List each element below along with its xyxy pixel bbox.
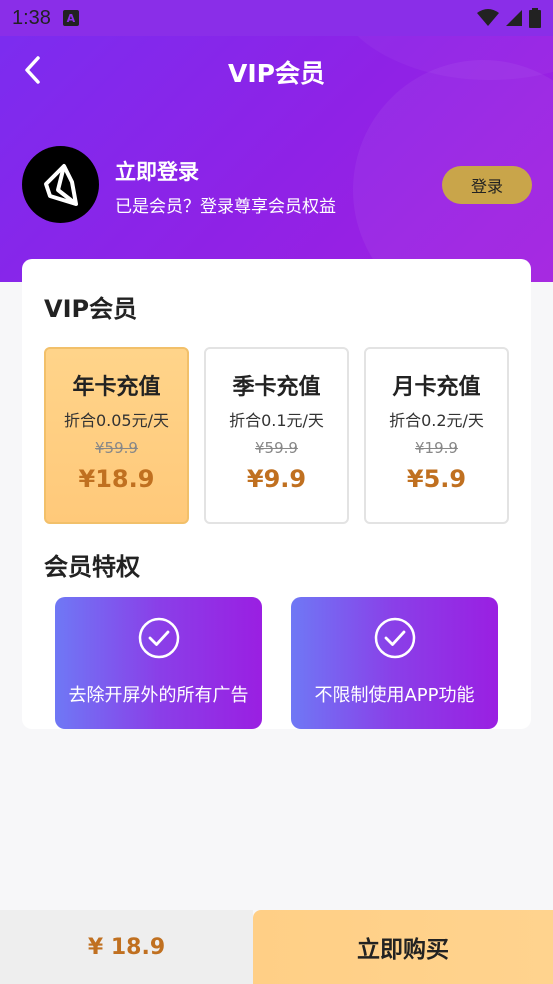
login-button[interactable]: 登录	[442, 166, 532, 204]
avatar[interactable]	[22, 146, 99, 223]
plan-price: ¥5.9	[406, 465, 467, 493]
privilege-label: 不限制使用APP功能	[314, 685, 475, 706]
navigation-bar: VIP会员	[0, 36, 553, 106]
signal-icon	[506, 10, 522, 26]
total-price: ¥ 18.9	[0, 910, 253, 984]
status-bar: 1:38 A	[0, 0, 553, 36]
buy-now-button[interactable]: 立即购买	[253, 910, 553, 984]
check-circle-icon	[374, 617, 415, 659]
battery-icon	[529, 8, 541, 28]
notification-icon: A	[62, 10, 79, 26]
vip-section-title: VIP会员	[44, 295, 138, 323]
purchase-bar: ¥ 18.9 立即购买	[0, 910, 553, 984]
login-section: 立即登录 已是会员？登录尊享会员权益 登录	[22, 146, 532, 224]
plan-card-quarterly[interactable]: 季卡充值 折合0.1元/天 ¥59.9 ¥9.9	[204, 347, 349, 524]
check-circle-icon	[138, 617, 179, 659]
login-title[interactable]: 立即登录	[115, 156, 199, 186]
plan-price: ¥9.9	[246, 465, 307, 493]
privileges-section-title: 会员特权	[44, 553, 140, 581]
app-logo-icon	[43, 163, 78, 206]
plan-card-monthly[interactable]: 月卡充值 折合0.2元/天 ¥19.9 ¥5.9	[364, 347, 509, 524]
plan-name: 年卡充值	[72, 375, 161, 400]
plan-daily-rate: 折合0.05元/天	[63, 411, 170, 430]
plan-original-price: ¥59.9	[255, 439, 298, 457]
login-subtitle: 已是会员？登录尊享会员权益	[115, 197, 336, 217]
plan-original-price: ¥59.9	[95, 439, 138, 457]
plan-name: 季卡充值	[232, 375, 321, 400]
vip-card: VIP会员 年卡充值 折合0.05元/天 ¥59.9 ¥18.9 季卡充值 折合…	[22, 259, 531, 729]
plan-card-yearly[interactable]: 年卡充值 折合0.05元/天 ¥59.9 ¥18.9	[44, 347, 189, 524]
plan-daily-rate: 折合0.2元/天	[389, 411, 484, 430]
plan-name: 月卡充值	[392, 375, 481, 400]
privilege-label: 去除开屏外的所有广告	[68, 685, 249, 706]
plan-original-price: ¥19.9	[415, 439, 458, 457]
status-time: 1:38	[12, 6, 51, 29]
wifi-icon	[477, 9, 499, 26]
page-title: VIP会员	[228, 59, 325, 88]
plan-daily-rate: 折合0.1元/天	[229, 411, 324, 430]
status-icons	[477, 8, 541, 28]
privilege-card-no-ads: 去除开屏外的所有广告	[55, 597, 262, 729]
privilege-card-unlimited: 不限制使用APP功能	[291, 597, 498, 729]
plan-price: ¥18.9	[78, 465, 155, 493]
